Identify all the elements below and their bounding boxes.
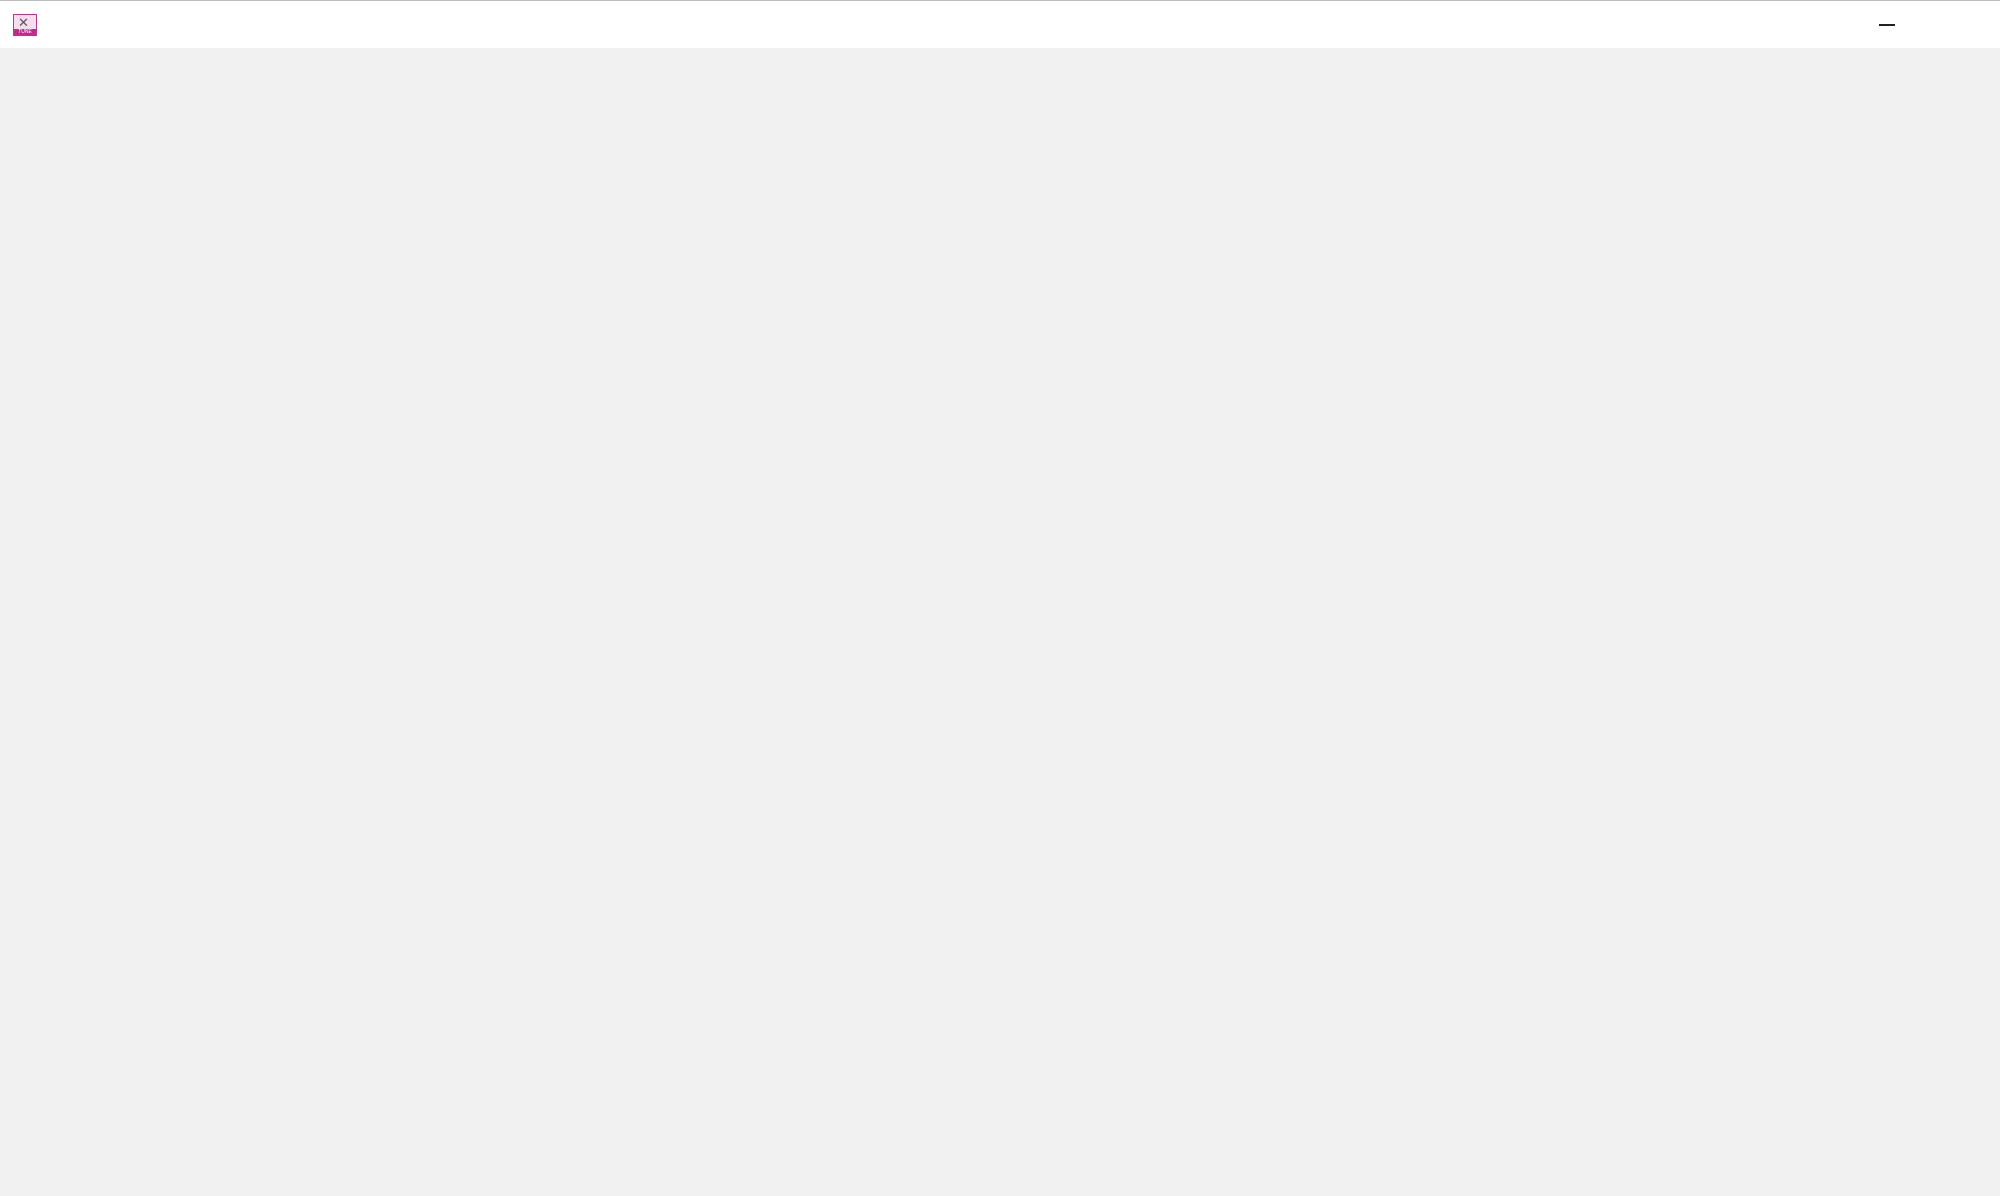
title-bar: ✕ [0,0,2000,48]
minimize-button-face[interactable] [1867,9,1907,41]
app-icon: ✕ [13,14,37,36]
minimize-icon-glyph [1879,24,1895,26]
